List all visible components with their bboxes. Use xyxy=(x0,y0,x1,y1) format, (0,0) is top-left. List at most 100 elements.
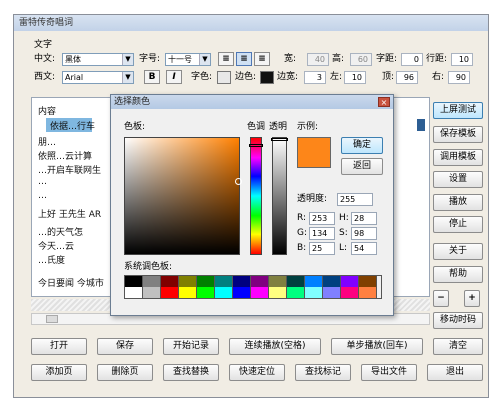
play-button[interactable]: 播放 xyxy=(433,194,483,211)
western-font-label: 西文: xyxy=(34,72,56,82)
editor-line: 上好 王先生 AR xyxy=(38,210,102,220)
western-font-select[interactable]: Arial ▼ xyxy=(62,71,134,84)
spacing-label: 字距: xyxy=(376,54,398,64)
left-margin-field[interactable]: 10 xyxy=(344,71,366,84)
open-button[interactable]: 打开 xyxy=(31,338,87,355)
chevron-down-icon: ▼ xyxy=(122,54,133,65)
plus-button[interactable]: + xyxy=(464,290,480,307)
h-label: H: xyxy=(339,213,349,223)
minus-button[interactable]: − xyxy=(433,290,449,307)
save-template-button[interactable]: 保存模板 xyxy=(433,126,483,143)
help-button[interactable]: 帮助 xyxy=(433,266,483,283)
height-label: 高: xyxy=(332,54,345,64)
chinese-font-label: 中文: xyxy=(34,54,56,64)
top-margin-field[interactable]: 96 xyxy=(396,71,418,84)
color-picker-dialog: 选择颜色 × 色板: 色调 透明 示例: 确定 返回 透明度: 255 R: 2… xyxy=(110,94,394,316)
hue-label: 色调 xyxy=(247,122,266,132)
hue-slider-handle[interactable] xyxy=(249,144,263,147)
find-replace-button[interactable]: 查找替换 xyxy=(163,364,219,381)
palette-swatch[interactable] xyxy=(323,287,341,299)
palette-swatch[interactable] xyxy=(215,287,233,299)
right-margin-field[interactable]: 90 xyxy=(448,71,470,84)
size-select[interactable]: 十一号 ▼ xyxy=(165,53,211,66)
b-field[interactable]: 25 xyxy=(309,242,335,255)
screen-test-button[interactable]: 上屏测试 xyxy=(433,102,483,119)
edge-color-swatch[interactable] xyxy=(260,71,274,84)
find-mark-button[interactable]: 查找标记 xyxy=(295,364,351,381)
edgewidth-field[interactable]: 3 xyxy=(304,71,326,84)
about-button[interactable]: 关于 xyxy=(433,243,483,260)
s-field[interactable]: 98 xyxy=(351,227,377,240)
l-label: L: xyxy=(339,243,348,253)
align-right-button[interactable]: ≡ xyxy=(254,52,270,66)
font-group-label: 文字 xyxy=(34,40,53,50)
linespacing-field[interactable]: 10 xyxy=(451,53,473,66)
alpha-slider[interactable] xyxy=(271,137,288,255)
settings-button[interactable]: 设置 xyxy=(433,171,483,188)
opacity-field[interactable]: 255 xyxy=(337,193,373,206)
palette-swatch[interactable] xyxy=(233,287,251,299)
size-label: 字号: xyxy=(139,54,161,64)
palette-swatch[interactable] xyxy=(251,287,269,299)
font-color-swatch[interactable] xyxy=(217,71,231,84)
palette-swatch[interactable] xyxy=(269,287,287,299)
palette-swatch[interactable] xyxy=(359,287,377,299)
continuous-play-button[interactable]: 连续播放(空格) xyxy=(229,338,321,355)
editor-line: … xyxy=(38,177,47,187)
back-button[interactable]: 返回 xyxy=(341,158,383,175)
palette-swatch[interactable] xyxy=(125,287,143,299)
italic-button[interactable]: I xyxy=(166,70,182,84)
ok-button[interactable]: 确定 xyxy=(341,137,383,154)
palette-swatch[interactable] xyxy=(161,287,179,299)
color-preview xyxy=(297,137,331,168)
window-title: 雷特传奇唱词 xyxy=(14,15,488,31)
editor-line: …的天气怎 xyxy=(38,228,84,238)
clear-button[interactable]: 清空 xyxy=(433,338,483,355)
r-field[interactable]: 253 xyxy=(309,212,335,225)
b-label: B: xyxy=(297,243,307,253)
saturation-value-picker[interactable] xyxy=(124,137,242,255)
align-left-button[interactable]: ≡ xyxy=(218,52,234,66)
chevron-down-icon: ▼ xyxy=(199,54,210,65)
picker-cursor[interactable] xyxy=(235,178,242,185)
delete-page-button[interactable]: 删除页 xyxy=(97,364,153,381)
western-font-value: Arial xyxy=(65,73,84,82)
bold-button[interactable]: B xyxy=(144,70,160,84)
palette-swatch[interactable] xyxy=(287,287,305,299)
hue-slider[interactable] xyxy=(249,137,263,255)
load-template-button[interactable]: 调用模板 xyxy=(433,149,483,166)
palette-swatch[interactable] xyxy=(341,287,359,299)
stop-button[interactable]: 停止 xyxy=(433,216,483,233)
editor-line: 今日要闻 今城市 xyxy=(38,279,104,289)
palette-swatch[interactable] xyxy=(305,287,323,299)
g-field[interactable]: 134 xyxy=(309,227,335,240)
alpha-label: 透明 xyxy=(269,122,288,132)
add-page-button[interactable]: 添加页 xyxy=(31,364,87,381)
exit-button[interactable]: 退出 xyxy=(427,364,483,381)
scroll-thumb[interactable] xyxy=(417,119,425,131)
editor-line: 今天…云 xyxy=(38,242,75,252)
step-play-button[interactable]: 单步播放(回车) xyxy=(331,338,423,355)
palette-swatch[interactable] xyxy=(197,287,215,299)
quick-locate-button[interactable]: 快速定位 xyxy=(229,364,285,381)
height-field[interactable]: 60 xyxy=(350,53,372,66)
spacing-field[interactable]: 0 xyxy=(401,53,423,66)
palette-swatch[interactable] xyxy=(179,287,197,299)
palette-swatch[interactable] xyxy=(143,287,161,299)
align-center-button[interactable]: ≡ xyxy=(236,52,252,66)
start-record-button[interactable]: 开始记录 xyxy=(163,338,219,355)
h-field[interactable]: 28 xyxy=(351,212,377,225)
scroll-thumb[interactable] xyxy=(46,315,58,323)
chinese-font-select[interactable]: 黑体 ▼ xyxy=(62,53,134,66)
width-field[interactable]: 40 xyxy=(307,53,329,66)
move-timecode-button[interactable]: 移动时码 xyxy=(433,312,483,329)
editor-line: …开启车联网生 xyxy=(38,166,102,176)
editor-line: 依据…行车 xyxy=(50,122,96,132)
save-button[interactable]: 保存 xyxy=(97,338,153,355)
export-file-button[interactable]: 导出文件 xyxy=(361,364,417,381)
chevron-down-icon: ▼ xyxy=(122,72,133,83)
chinese-font-value: 黑体 xyxy=(65,55,81,64)
close-icon[interactable]: × xyxy=(378,97,390,107)
alpha-slider-handle[interactable] xyxy=(271,138,288,141)
l-field[interactable]: 54 xyxy=(351,242,377,255)
